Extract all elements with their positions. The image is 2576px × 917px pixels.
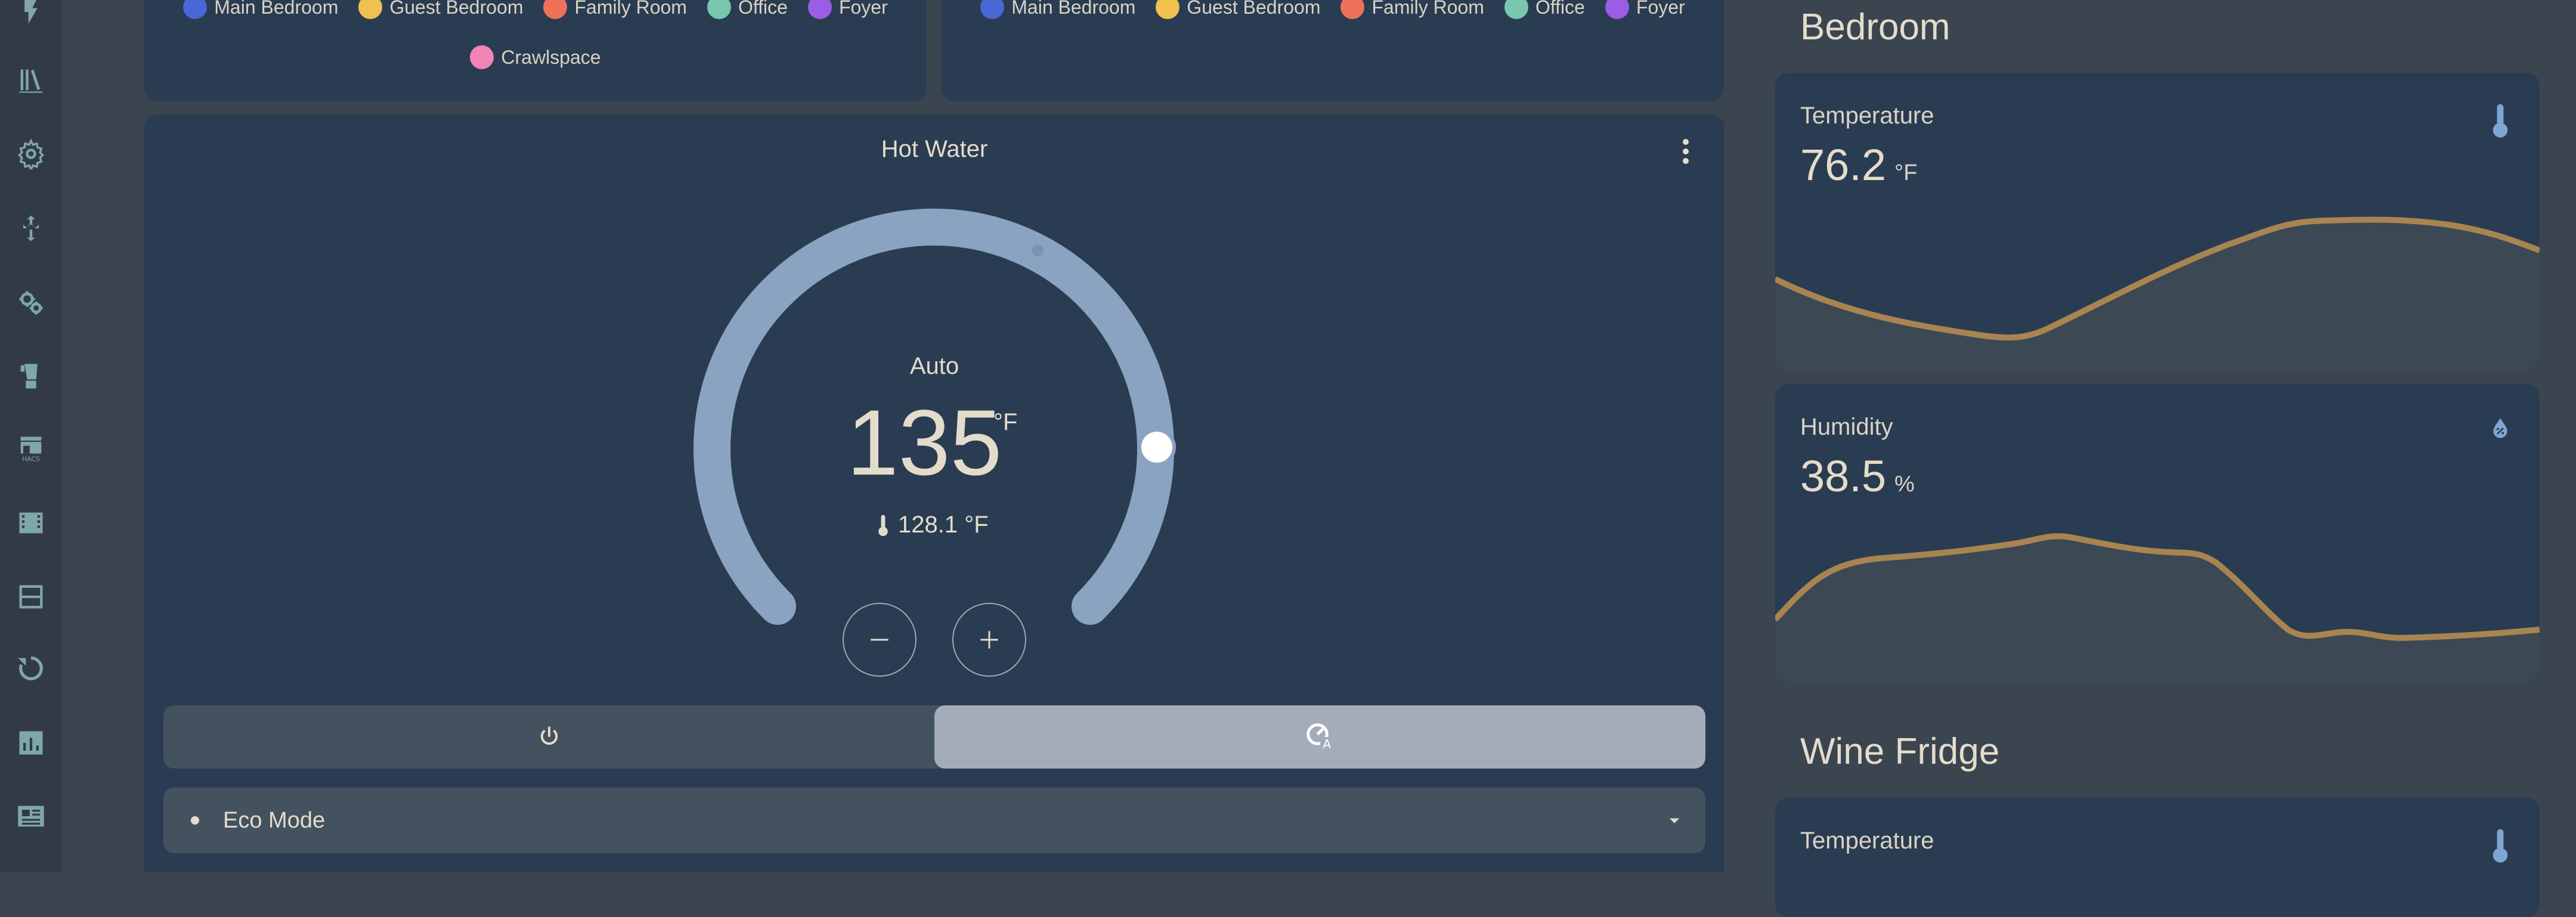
- svg-text:A: A: [1323, 737, 1331, 751]
- blender-icon[interactable]: [16, 361, 47, 392]
- legend-color-dot: [183, 0, 208, 19]
- legend-label: Guest Bedroom: [1187, 0, 1321, 18]
- svg-text:HACS: HACS: [22, 456, 40, 463]
- mode-off-button[interactable]: [163, 705, 934, 769]
- legend-label: Foyer: [838, 0, 888, 18]
- preset-indicator-icon: [191, 816, 199, 825]
- legend-color-dot: [543, 0, 568, 19]
- minus-icon: [871, 639, 888, 641]
- plus-icon: [980, 631, 998, 649]
- legend-item[interactable]: Guest Bedroom: [1156, 0, 1320, 32]
- legend-color-dot: [980, 0, 1005, 19]
- legend-item[interactable]: Main Bedroom: [183, 0, 338, 32]
- thermometer-icon: [878, 515, 888, 536]
- history-legend: Main Bedroom Guest Bedroom Family Room Offi…: [144, 0, 927, 82]
- legend-color-dot: [1605, 0, 1629, 19]
- legend-color-dot: [707, 0, 731, 19]
- humidity-history-graph: [1775, 533, 2540, 682]
- legend-item[interactable]: Guest Bedroom: [358, 0, 523, 32]
- legend-item[interactable]: Foyer: [1605, 0, 1685, 32]
- legend-item[interactable]: Main Bedroom: [980, 0, 1135, 32]
- sensor-card-bedroom-humidity[interactable]: Humidity 38.5%: [1775, 384, 2540, 682]
- target-temperature: 135: [847, 391, 1002, 495]
- thermostat-title: Hot Water: [881, 136, 988, 162]
- network-icon[interactable]: [16, 213, 47, 244]
- thermometer-icon: [2493, 829, 2508, 863]
- film-icon[interactable]: [16, 507, 47, 538]
- section-title-bedroom: Bedroom: [1800, 7, 1950, 48]
- restore-icon[interactable]: [16, 653, 47, 684]
- hvac-mode-label: Auto: [909, 353, 959, 379]
- chart-icon[interactable]: [16, 727, 47, 758]
- history-legend: Main Bedroom Guest Bedroom Family Room Offi…: [942, 0, 1724, 32]
- legend-color-dot: [807, 0, 832, 19]
- history-card-right: Main Bedroom Guest Bedroom Family Room Offi…: [942, 0, 1724, 101]
- current-temperature: 128.1 °F: [877, 512, 989, 538]
- current-temperature-value: 128.1 °F: [898, 512, 989, 538]
- legend-color-dot: [1156, 0, 1180, 19]
- chevron-down-icon: [1669, 818, 1680, 823]
- legend-item[interactable]: Office: [707, 0, 788, 32]
- legend-color-dot: [1504, 0, 1528, 19]
- target-temperature-unit: °F: [993, 409, 1018, 435]
- legend-label: Family Room: [574, 0, 687, 18]
- more-icon: [1683, 139, 1689, 145]
- cog-cluster-icon[interactable]: [16, 287, 47, 318]
- legend-color-dot: [358, 0, 383, 19]
- hacs-icon[interactable]: HACS: [16, 433, 47, 464]
- preset-mode-value: Eco Mode: [223, 807, 326, 833]
- legend-item[interactable]: Crawlspace: [470, 32, 601, 82]
- legend-color-dot: [470, 45, 494, 69]
- legend-label: Family Room: [1371, 0, 1484, 18]
- increase-temperature-button[interactable]: [952, 603, 1026, 677]
- power-icon: [540, 726, 558, 745]
- legend-item[interactable]: Family Room: [1340, 0, 1484, 32]
- sensor-card-bedroom-temperature[interactable]: Temperature 76.2 °F: [1775, 73, 2540, 371]
- legend-label: Foyer: [1636, 0, 1685, 18]
- legend-color-dot: [1340, 0, 1365, 19]
- sidebar: HACS: [0, 0, 61, 872]
- legend-label: Guest Bedroom: [389, 0, 524, 18]
- legend-item[interactable]: Foyer: [807, 0, 888, 32]
- layout-icon[interactable]: [16, 581, 47, 612]
- temperature-history-graph: [1775, 216, 2540, 371]
- decrease-temperature-button[interactable]: [843, 603, 917, 677]
- legend-label: Main Bedroom: [214, 0, 339, 18]
- legend-label: Crawlspace: [501, 46, 601, 68]
- legend-item[interactable]: Family Room: [543, 0, 687, 32]
- legend-item[interactable]: Office: [1504, 0, 1585, 32]
- section-title-wine-fridge: Wine Fridge: [1800, 731, 2000, 772]
- energy-icon[interactable]: [16, 0, 47, 26]
- settings-icon[interactable]: [16, 138, 47, 169]
- dial-marker: [1032, 244, 1044, 256]
- newspaper-icon[interactable]: [16, 801, 47, 832]
- thermostat-auto-icon: A: [1306, 723, 1333, 751]
- sensor-card-wine-fridge-temperature[interactable]: Temperature: [1775, 798, 2540, 917]
- library-icon[interactable]: [16, 64, 47, 95]
- mode-auto-button[interactable]: A: [934, 705, 1705, 769]
- hvac-mode-bar: A: [163, 705, 1705, 769]
- preset-mode-select[interactable]: Eco Mode: [163, 788, 1705, 853]
- dial-handle[interactable]: [1138, 428, 1176, 466]
- legend-label: Main Bedroom: [1011, 0, 1136, 18]
- sensor-label: Temperature: [1800, 828, 1934, 854]
- history-card-left: Main Bedroom Guest Bedroom Family Room Offi…: [144, 0, 927, 101]
- more-options-button[interactable]: [1679, 136, 1693, 169]
- legend-label: Office: [1535, 0, 1585, 18]
- legend-label: Office: [738, 0, 788, 18]
